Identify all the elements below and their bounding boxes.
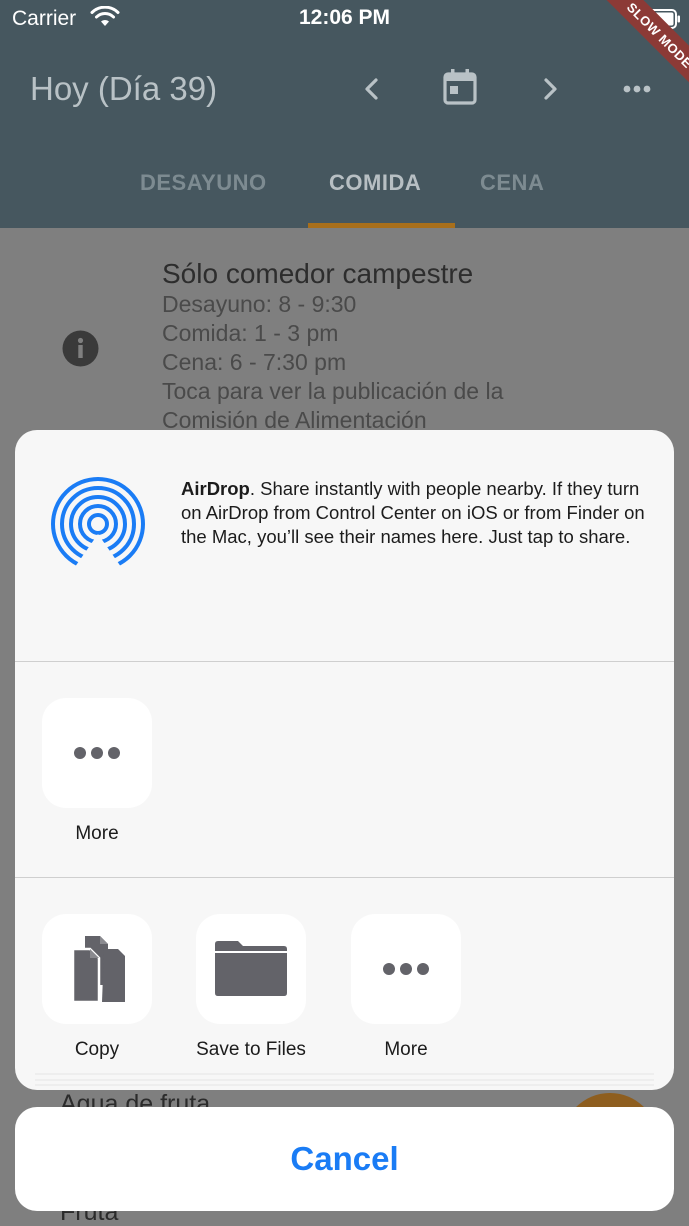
slow-mode-label: SLOW MODE <box>624 0 689 71</box>
cancel-button[interactable]: Cancel <box>15 1107 674 1211</box>
info-line: Comida: 1 - 3 pm <box>162 320 339 346</box>
airdrop-description: AirDrop. Share instantly with people nea… <box>181 477 657 549</box>
share-sheet: AirDrop. Share instantly with people nea… <box>15 430 674 1090</box>
tab-desayuno[interactable]: DESAYUNO <box>140 170 267 196</box>
save-to-files-label: Save to Files <box>196 1039 306 1060</box>
app-bar: Carrier 12:06 PM SLOW MODE Hoy (Día 39) <box>0 0 689 228</box>
more-actions-button[interactable] <box>351 914 461 1024</box>
more-apps-button[interactable] <box>42 698 152 808</box>
info-icon <box>62 330 99 367</box>
info-card[interactable]: Sólo comedor campestre Desayuno: 8 - 9:3… <box>162 258 503 435</box>
sheet-edge <box>35 1073 654 1086</box>
tab-cena[interactable]: CENA <box>480 170 544 196</box>
more-apps-label: More <box>75 823 119 844</box>
ellipsis-icon <box>74 747 120 759</box>
ellipsis-icon <box>383 963 429 975</box>
divider <box>15 661 674 662</box>
airdrop-title: AirDrop <box>181 478 250 499</box>
airdrop-body: . Share instantly with people nearby. If… <box>181 478 645 547</box>
copy-label: Copy <box>74 1039 120 1060</box>
airdrop-icon <box>51 477 145 571</box>
save-to-files-button[interactable] <box>196 914 306 1024</box>
info-line: Toca para ver la publicación de la <box>162 378 504 404</box>
info-line: Cena: 6 - 7:30 pm <box>162 349 347 375</box>
folder-icon <box>215 941 287 996</box>
cancel-label: Cancel <box>290 1140 399 1177</box>
copy-icon <box>71 936 125 1004</box>
info-title: Sólo comedor campestre <box>162 258 474 289</box>
page-title: Hoy (Día 39) <box>30 70 218 107</box>
tab-indicator <box>308 223 455 228</box>
copy-button[interactable] <box>42 914 152 1024</box>
info-line: Desayuno: 8 - 9:30 <box>162 291 357 317</box>
calendar-icon[interactable] <box>440 67 480 107</box>
divider <box>15 877 674 878</box>
chevron-right-icon[interactable] <box>530 69 570 109</box>
more-actions-label: More <box>384 1039 428 1060</box>
chevron-left-icon[interactable] <box>352 69 392 109</box>
more-options-icon[interactable] <box>617 69 657 109</box>
tab-comida[interactable]: COMIDA <box>329 170 421 196</box>
